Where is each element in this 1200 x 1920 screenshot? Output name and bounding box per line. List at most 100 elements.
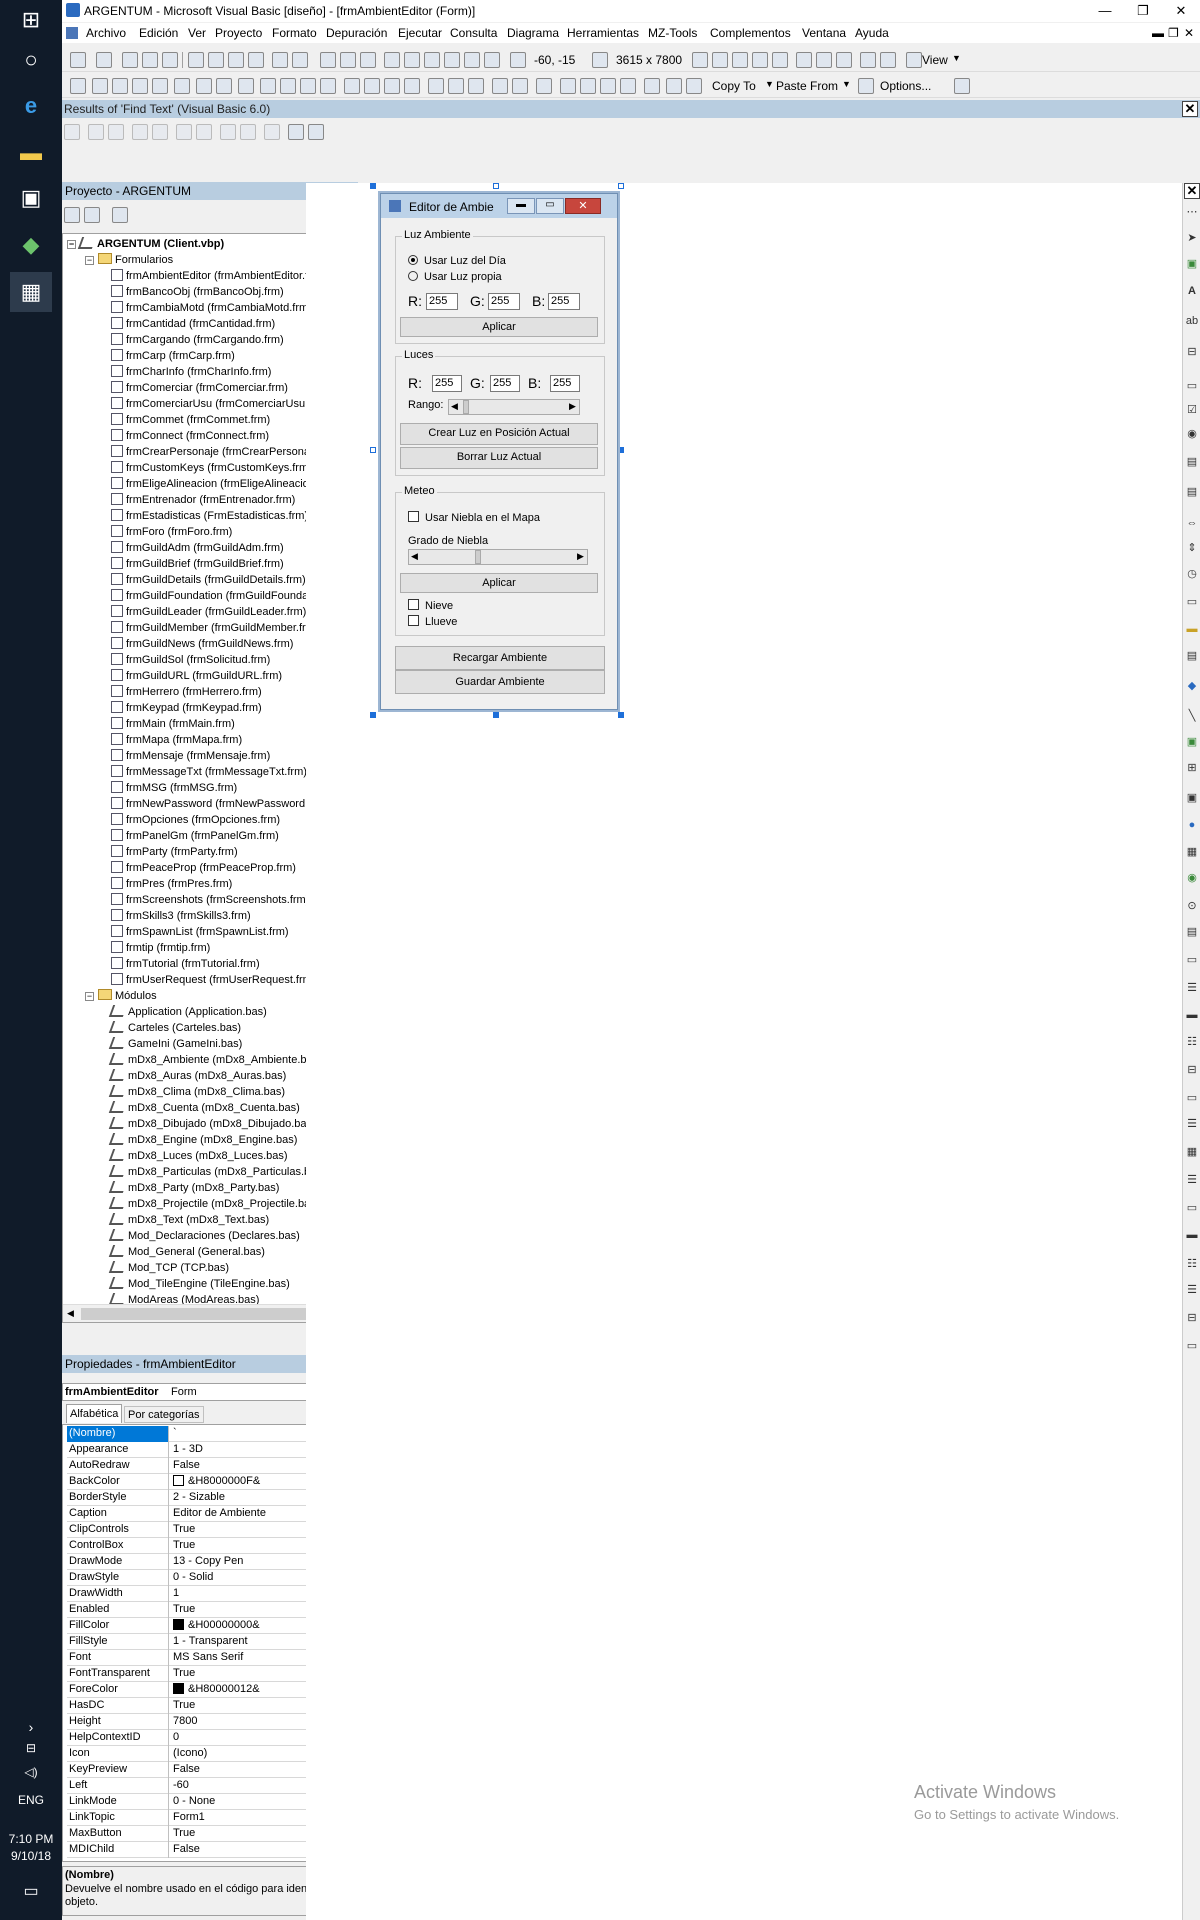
tree-form-item[interactable]: frmGuildNews (frmGuildNews.frm) — [111, 636, 293, 652]
menu-ejecutar[interactable]: Ejecutar — [398, 26, 442, 40]
computer-icon[interactable]: ▣ — [10, 178, 52, 218]
toolbar2-icon-20[interactable] — [512, 78, 528, 94]
tree-form-item[interactable]: frmMSG (frmMSG.frm) — [111, 780, 237, 796]
undo-icon[interactable] — [272, 52, 288, 68]
toolbar2-icon-19[interactable] — [492, 78, 508, 94]
label-icon[interactable]: A — [1184, 285, 1200, 299]
minimize-button[interactable]: ▬ — [507, 198, 535, 214]
tree-form-item[interactable]: frmMensaje (frmMensaje.frm) — [111, 748, 270, 764]
control-icon-h[interactable]: ☷ — [1184, 1035, 1200, 1049]
toolbar2-icon-27[interactable] — [666, 78, 682, 94]
open-icon[interactable] — [142, 52, 158, 68]
filelistbox-icon[interactable]: ▤ — [1184, 649, 1200, 663]
tree-form-item[interactable]: frmMain (frmMain.frm) — [111, 716, 235, 732]
find-toolbar-icon-5[interactable] — [152, 124, 168, 140]
property-row[interactable]: FillStyle 1 - Transparent — [67, 1634, 339, 1650]
control-icon-m[interactable]: ☰ — [1184, 1173, 1200, 1187]
language-indicator[interactable]: ENG — [0, 1793, 62, 1807]
vscrollbar-icon[interactable]: ⇕ — [1184, 541, 1200, 555]
tree-module-item[interactable]: mDx8_Clima (mDx8_Clima.bas) — [108, 1084, 285, 1100]
mdi-restore-button[interactable]: ❐ — [1168, 26, 1179, 40]
toolbar2-icon-24[interactable] — [600, 78, 616, 94]
help-icon[interactable] — [954, 78, 970, 94]
toolbar2-icon-8[interactable] — [216, 78, 232, 94]
tree-form-item[interactable]: frmGuildDetails (frmGuildDetails.frm) — [111, 572, 306, 588]
tree-form-item[interactable]: frmCommet (frmCommet.frm) — [111, 412, 270, 428]
find-toolbar-icon-4[interactable] — [132, 124, 148, 140]
toolbar2-icon-23[interactable] — [580, 78, 596, 94]
control-icon-s[interactable]: ▭ — [1184, 1339, 1200, 1353]
tree-form-item[interactable]: frmPeaceProp (frmPeaceProp.frm) — [111, 860, 296, 876]
resize-handle[interactable] — [370, 447, 376, 453]
toolbar2-icon-3[interactable] — [112, 78, 128, 94]
copy-icon[interactable] — [208, 52, 224, 68]
b-input[interactable]: 255 — [550, 375, 580, 392]
tree-form-item[interactable]: frmEntrenador (frmEntrenador.frm) — [111, 492, 295, 508]
tree-module-item[interactable]: Mod_General (General.bas) — [108, 1244, 265, 1260]
toolbar2-icon-7[interactable] — [196, 78, 212, 94]
property-row[interactable]: DrawWidth 1 — [67, 1586, 339, 1602]
mdi-close-button[interactable]: ✕ — [1184, 26, 1194, 40]
property-row[interactable]: HelpContextID 0 — [67, 1730, 339, 1746]
tree-module-item[interactable]: mDx8_Cuenta (mDx8_Cuenta.bas) — [108, 1100, 300, 1116]
tree-form-item[interactable]: frmScreenshots (frmScreenshots.frm) — [111, 892, 309, 908]
resize-handle[interactable] — [370, 712, 376, 718]
control-icon-a[interactable]: ▦ — [1184, 845, 1200, 859]
line-icon[interactable]: ╲ — [1184, 709, 1200, 723]
redo-icon[interactable] — [292, 52, 308, 68]
radio-icon[interactable] — [408, 255, 418, 265]
property-row[interactable]: Enabled True — [67, 1602, 339, 1618]
menu-mztools[interactable]: MZ-Tools — [648, 26, 697, 40]
notifications-icon[interactable]: ▭ — [10, 1872, 52, 1912]
toolbar2-icon-13[interactable] — [364, 78, 380, 94]
form-layout-icon[interactable] — [424, 52, 440, 68]
toolbar2-icon-12[interactable] — [344, 78, 360, 94]
property-row[interactable]: ControlBox True — [67, 1538, 339, 1554]
menu-archivo[interactable]: Archivo — [86, 26, 126, 40]
collapse-icon[interactable]: − — [67, 240, 76, 249]
resize-handle[interactable] — [618, 712, 624, 718]
g-input[interactable]: 255 — [488, 293, 520, 310]
toolbar-icon-f[interactable] — [796, 52, 812, 68]
tree-module-item[interactable]: Carteles (Carteles.bas) — [108, 1020, 241, 1036]
find-replace-icon[interactable] — [308, 124, 324, 140]
borrar-luz-button[interactable]: Borrar Luz Actual — [400, 447, 598, 469]
toolbar2-icon-22[interactable] — [560, 78, 576, 94]
close-icon[interactable]: ✕ — [1182, 101, 1198, 117]
tree-module-item[interactable]: Application (Application.bas) — [108, 1004, 267, 1020]
chevron-down-icon[interactable]: ▼ — [952, 53, 961, 63]
paste-icon[interactable] — [228, 52, 244, 68]
tree-form-item[interactable]: frmHerrero (frmHerrero.frm) — [111, 684, 262, 700]
radio-luz-dia[interactable]: Usar Luz del Día — [408, 255, 506, 267]
commandbutton-icon[interactable]: ▭ — [1184, 379, 1200, 393]
tree-form-item[interactable]: frmPanelGm (frmPanelGm.frm) — [111, 828, 279, 844]
tree-form-item[interactable]: frmCarp (frmCarp.frm) — [111, 348, 235, 364]
form-editor-ambiente[interactable]: Editor de Ambie ▬ ▭ ✕ Luz Ambiente Usar … — [380, 193, 618, 710]
tree-form-item[interactable]: frmCambiaMotd (frmCambiaMotd.frm) — [111, 300, 312, 316]
tree-module-item[interactable]: mDx8_Auras (mDx8_Auras.bas) — [108, 1068, 286, 1084]
control-icon-j[interactable]: ▭ — [1184, 1091, 1200, 1105]
toolbar2-icon-25[interactable] — [620, 78, 636, 94]
menu-ayuda[interactable]: Ayuda — [855, 26, 889, 40]
tree-form-item[interactable]: frmEligeAlineacion (frmEligeAlineacion.f… — [111, 476, 338, 492]
data-icon[interactable]: ⊞ — [1184, 761, 1200, 775]
property-row[interactable]: LinkTopic Form1 — [67, 1810, 339, 1826]
toolbar2-icon-10[interactable] — [300, 78, 316, 94]
menu-formato[interactable]: Formato — [272, 26, 317, 40]
toolbar2-icon-26[interactable] — [644, 78, 660, 94]
drivelistbox-icon[interactable]: ▭ — [1184, 595, 1200, 609]
r-input[interactable]: 255 — [426, 293, 458, 310]
tree-form-item[interactable]: frmOpciones (frmOpciones.frm) — [111, 812, 280, 828]
tree-form-item[interactable]: frmSkills3 (frmSkills3.frm) — [111, 908, 251, 924]
toolbar2-icon-17[interactable] — [448, 78, 464, 94]
tree-form-item[interactable]: frmGuildAdm (frmGuildAdm.frm) — [111, 540, 284, 556]
volume-icon[interactable]: ◁) — [10, 1752, 52, 1792]
recargar-ambiente-button[interactable]: Recargar Ambiente — [395, 646, 605, 670]
property-row[interactable]: FontTransparent True — [67, 1666, 339, 1682]
timer-icon[interactable]: ◷ — [1184, 567, 1200, 581]
tree-module-item[interactable]: mDx8_Luces (mDx8_Luces.bas) — [108, 1148, 288, 1164]
listbox-icon[interactable]: ▤ — [1184, 485, 1200, 499]
toolbar2-icon-9[interactable] — [280, 78, 296, 94]
tree-module-item[interactable]: mDx8_Particulas (mDx8_Particulas.bas) — [108, 1164, 325, 1180]
font-size-up-icon[interactable] — [816, 52, 832, 68]
